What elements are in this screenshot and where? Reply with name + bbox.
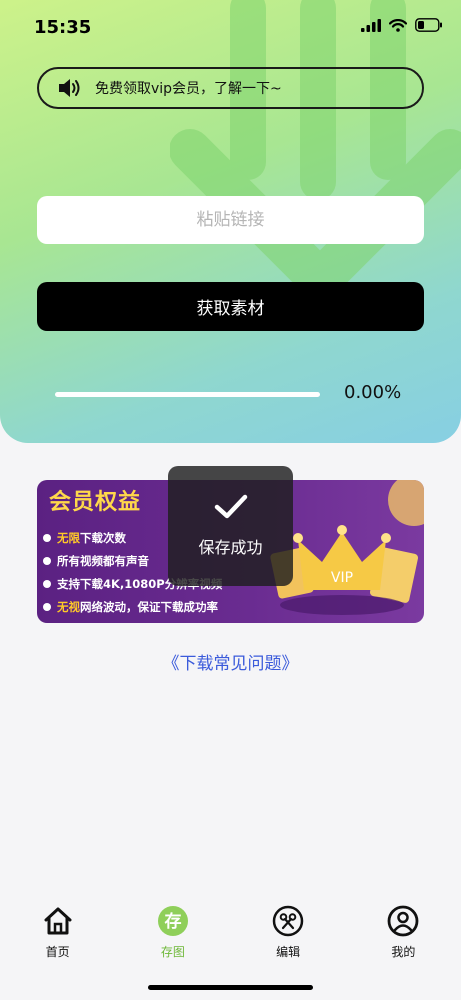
vip-promo-banner[interactable]: 免费领取vip会员，了解一下~ (37, 67, 424, 109)
speaker-icon (59, 79, 80, 97)
paste-link-input[interactable] (37, 196, 424, 244)
status-icons (361, 18, 443, 32)
signal-icon (361, 18, 381, 32)
status-time: 15:35 (34, 17, 92, 38)
tab-profile[interactable]: 我的 (346, 895, 461, 965)
vip-benefit-item: 无视 网络波动，保证下载成功率 (43, 595, 222, 618)
home-indicator (148, 985, 313, 990)
tab-label: 编辑 (276, 945, 301, 959)
profile-icon (387, 905, 419, 937)
tab-label: 首页 (45, 945, 70, 959)
fetch-button-label: 获取素材 (196, 299, 265, 319)
fetch-material-button[interactable]: 获取素材 (37, 282, 424, 331)
checkmark-icon (214, 494, 247, 519)
vip-card-title: 会员权益 (49, 490, 142, 515)
tab-label: 我的 (391, 945, 416, 959)
save-icon: 存 (157, 906, 188, 936)
toast-text: 保存成功 (198, 538, 263, 557)
home-icon (44, 907, 72, 935)
status-bar: 15:35 (0, 0, 461, 56)
battery-icon (415, 18, 442, 32)
save-success-toast: 保存成功 (168, 466, 293, 586)
wifi-icon (389, 18, 407, 32)
svg-text:存: 存 (164, 911, 181, 932)
hero-panel: 15:35 免费领取vip会员，了解一下~ 粘贴链接 获取素材 0.00% (0, 0, 461, 443)
tab-save[interactable]: 存 存图 (115, 895, 230, 965)
progress-percent: 0.00% (344, 382, 402, 403)
scissors-icon (272, 905, 304, 937)
banner-text: 免费领取vip会员，了解一下~ (95, 81, 282, 97)
download-faq-link[interactable]: 《下载常见问题》 (0, 649, 461, 674)
tab-edit[interactable]: 编辑 (231, 895, 346, 965)
bottom-tab-bar: 首页 存 存图 编辑 我的 (0, 895, 461, 965)
progress-bar (55, 392, 320, 397)
tab-label: 存图 (160, 945, 185, 959)
tab-home[interactable]: 首页 (0, 895, 115, 965)
svg-text:VIP: VIP (331, 570, 353, 586)
